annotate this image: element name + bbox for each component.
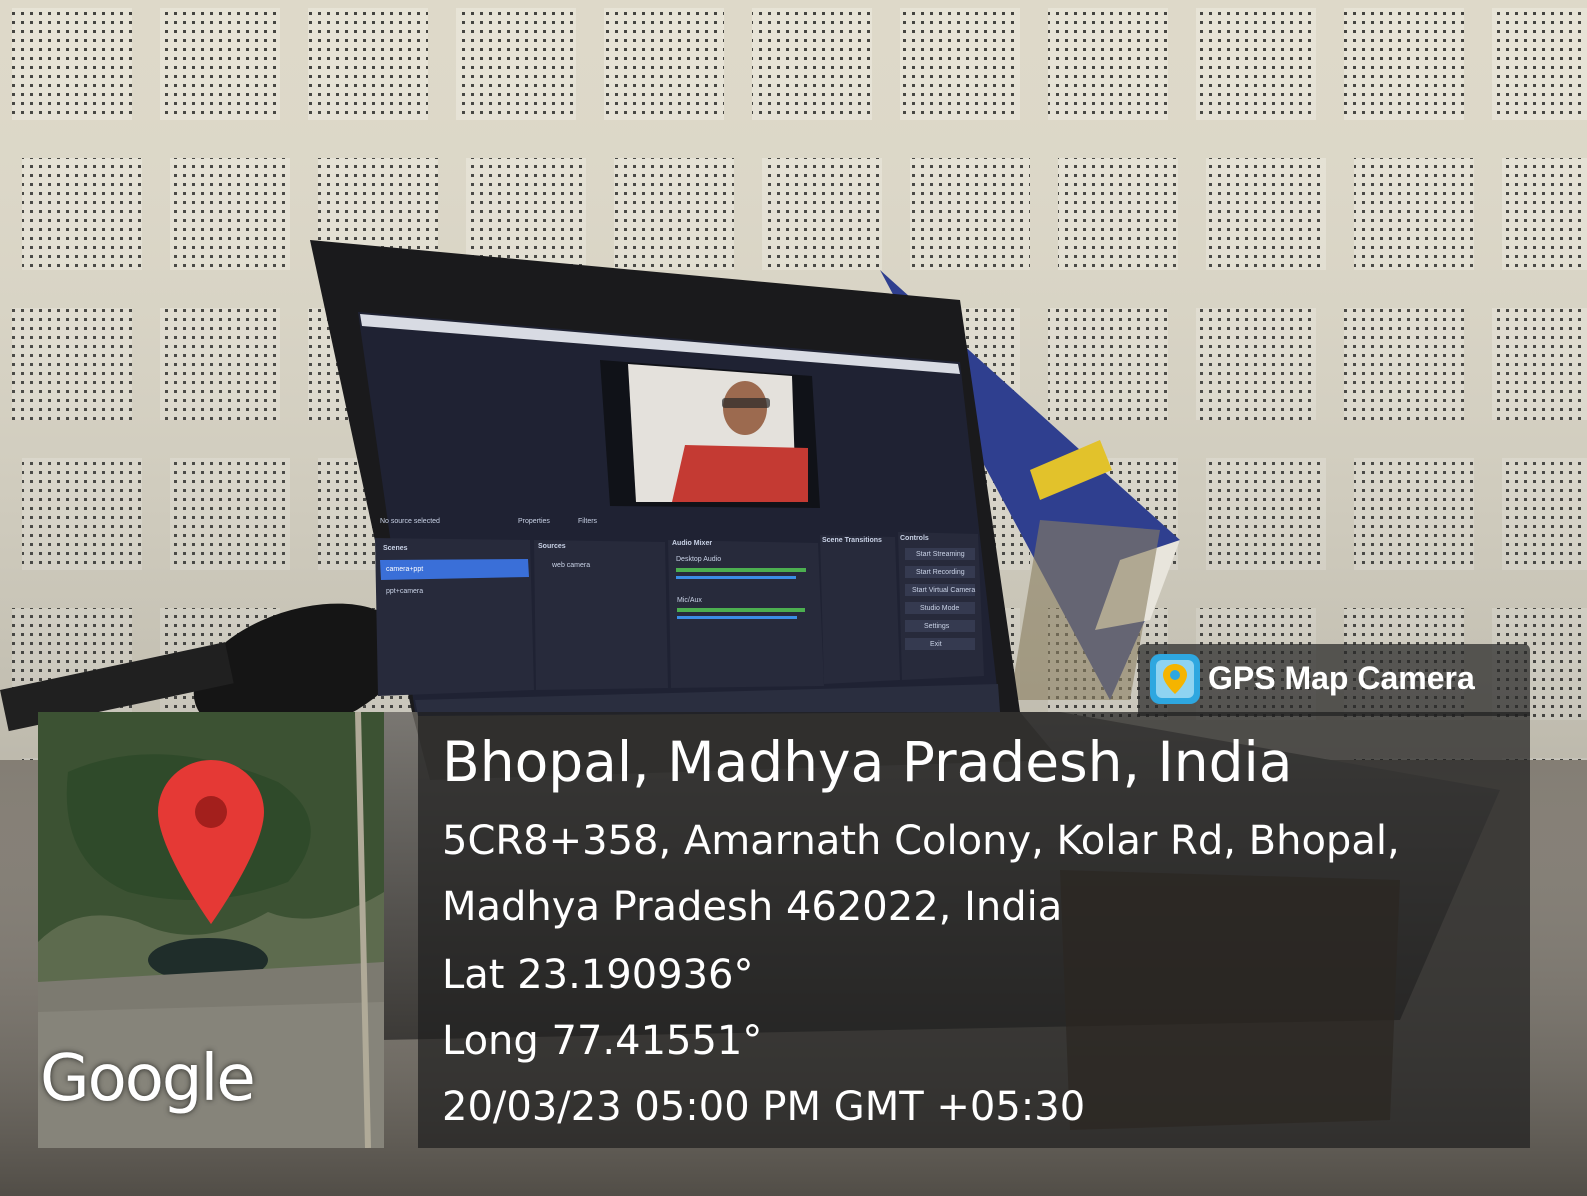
control-button[interactable]: Exit (930, 641, 942, 648)
location-title: Bhopal, Madhya Pradesh, India (442, 730, 1293, 794)
transitions-header: Scene Transitions (822, 537, 882, 544)
control-button[interactable]: Start Streaming (916, 551, 965, 558)
source-item[interactable]: web camera (552, 562, 590, 569)
audio-channel-label: Desktop Audio (676, 556, 722, 563)
controls-header: Controls (900, 535, 929, 542)
map-thumbnail: Google (38, 712, 384, 1148)
scenes-header: Scenes (383, 545, 408, 552)
filters-button[interactable]: Filters (578, 518, 597, 525)
scene-item[interactable]: ppt+camera (386, 588, 423, 595)
scene-item[interactable]: camera+ppt (386, 566, 423, 573)
latitude-text: Lat 23.190936° (442, 952, 754, 998)
control-button[interactable]: Start Virtual Camera (912, 587, 975, 594)
google-attribution: Google (40, 1042, 256, 1116)
gps-app-badge: GPS Map Camera (1138, 644, 1530, 716)
control-button[interactable]: Studio Mode (920, 605, 959, 612)
longitude-text: Long 77.41551° (442, 1018, 763, 1064)
control-button[interactable]: Start Recording (916, 569, 965, 576)
properties-button[interactable]: Properties (518, 518, 550, 525)
control-button[interactable]: Settings (924, 623, 949, 630)
timestamp-text: 20/03/23 05:00 PM GMT +05:30 (442, 1084, 1086, 1130)
camera-location-icon (1150, 654, 1200, 704)
status-text: No source selected (380, 518, 440, 525)
location-info-panel: Bhopal, Madhya Pradesh, India 5CR8+358, … (418, 712, 1530, 1148)
audio-mixer-header: Audio Mixer (672, 540, 713, 547)
sources-header: Sources (538, 543, 566, 550)
address-line-1: 5CR8+358, Amarnath Colony, Kolar Rd, Bho… (442, 818, 1400, 864)
gps-app-name: GPS Map Camera (1208, 660, 1475, 696)
audio-channel-label: Mic/Aux (677, 597, 702, 604)
address-line-2: Madhya Pradesh 462022, India (442, 884, 1063, 930)
